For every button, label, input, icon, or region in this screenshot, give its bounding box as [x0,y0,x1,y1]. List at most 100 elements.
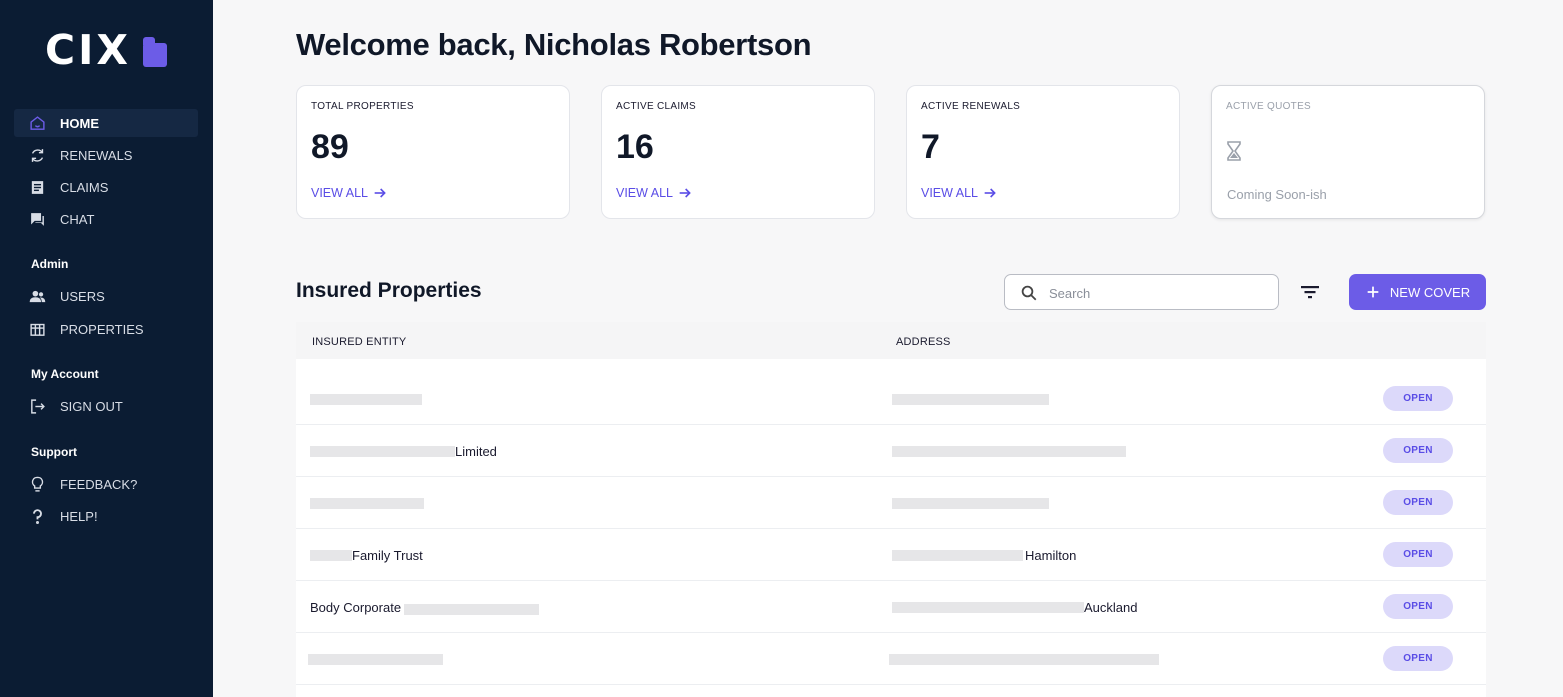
table-row[interactable]: OPEN [296,477,1486,529]
open-button[interactable]: OPEN [1383,386,1453,411]
arrow-right-icon [374,188,386,198]
entity-cell: Family Trust [310,547,423,563]
sidebar: CIX HOME RENEWALS CLAIMS CHAT Admin USER… [0,0,213,697]
view-all-properties-link[interactable]: VIEW ALL [311,185,388,201]
card-active-renewals: ACTIVE RENEWALS 7 VIEW ALL [906,85,1180,219]
main-content: Welcome back, Nicholas Robertson TOTAL P… [213,0,1563,697]
entity-cell [310,391,422,407]
table-row[interactable]: OPEN [296,373,1486,425]
nav-item-feedback[interactable]: FEEDBACK? [14,470,198,498]
search-box [1004,274,1279,310]
address-cell [892,443,1126,459]
nav-label-claims: CLAIMS [60,179,109,195]
card-total-properties: TOTAL PROPERTIES 89 VIEW ALL [296,85,570,219]
redacted-text [892,393,1049,405]
redacted-text [892,497,1049,509]
search-input[interactable] [1049,283,1269,303]
card-label: ACTIVE QUOTES [1226,101,1312,112]
nav-item-renewals[interactable]: RENEWALS [14,141,198,169]
nav-item-claims[interactable]: CLAIMS [14,173,198,201]
plus-icon [1367,286,1379,298]
open-button[interactable]: OPEN [1383,646,1453,671]
search-icon [1021,285,1037,301]
properties-table: INSURED ENTITY ADDRESS OPEN Limited OPEN [296,322,1486,697]
address-cell [892,391,1049,407]
table-row[interactable]: Limited OPEN [296,425,1486,477]
card-label: ACTIVE CLAIMS [616,101,697,112]
nav-item-chat[interactable]: CHAT [14,205,198,233]
logout-icon [28,397,46,415]
redacted-text [892,549,1023,561]
open-button[interactable]: OPEN [1383,594,1453,619]
arrow-right-icon [984,188,996,198]
refresh-icon [28,146,46,164]
view-all-label: VIEW ALL [311,186,368,200]
nav-label-feedback: FEEDBACK? [60,476,138,492]
chat-icon [28,210,46,228]
open-button[interactable]: OPEN [1383,438,1453,463]
hourglass-icon [1227,141,1241,161]
redacted-text [310,393,422,405]
column-insured-entity: INSURED ENTITY [312,336,407,348]
card-label: TOTAL PROPERTIES [311,101,414,112]
redacted-text [308,653,443,665]
section-my-account: My Account [31,367,99,381]
nav-item-properties[interactable]: PROPERTIES [14,315,198,343]
nav-label-home: HOME [60,115,99,131]
view-all-claims-link[interactable]: VIEW ALL [616,185,693,201]
redacted-text [889,653,1159,665]
cix-logo[interactable]: CIX [45,28,170,72]
nav-label-chat: CHAT [60,211,95,227]
address-text: Auckland [1084,599,1138,615]
building-icon [28,320,46,338]
nav-item-help[interactable]: HELP! [14,502,198,530]
table-header: INSURED ENTITY ADDRESS [296,322,1486,359]
nav-label-help: HELP! [60,508,98,524]
entity-name: Limited [455,443,497,459]
home-icon [28,114,46,132]
redacted-text [404,603,540,615]
lightbulb-icon [28,475,46,493]
new-cover-button[interactable]: NEW COVER [1349,274,1486,310]
coming-soon-text: Coming Soon-ish [1227,187,1327,202]
address-text: Hamilton [1025,547,1077,563]
redacted-text [310,445,455,457]
logo-text: CIX [45,26,131,74]
document-icon [28,178,46,196]
logo-folder-icon [143,37,167,67]
address-cell: Auckland [892,599,1137,615]
nav-label-properties: PROPERTIES [60,321,144,337]
table-row[interactable]: OPEN [296,633,1486,685]
section-admin: Admin [31,257,69,271]
section-support: Support [31,445,77,459]
entity-cell: Limited [310,443,497,459]
nav-item-sign-out[interactable]: SIGN OUT [14,392,198,420]
filter-icon [1301,286,1319,299]
column-address: ADDRESS [896,336,951,348]
view-all-label: VIEW ALL [616,186,673,200]
address-cell [892,495,1049,511]
entity-name: Body Corporate [310,599,402,615]
table-row[interactable]: Family Trust Hamilton OPEN [296,529,1486,581]
users-icon [28,287,46,305]
filter-button[interactable] [1297,280,1323,304]
card-label: ACTIVE RENEWALS [921,101,1021,112]
nav-label-sign-out: SIGN OUT [60,398,123,414]
view-all-renewals-link[interactable]: VIEW ALL [921,185,998,201]
redacted-text [310,497,424,509]
open-button[interactable]: OPEN [1383,490,1453,515]
entity-cell: Body Corporate [310,599,540,615]
card-active-claims: ACTIVE CLAIMS 16 VIEW ALL [601,85,875,219]
card-value: 16 [616,128,654,166]
nav-label-users: USERS [60,288,105,304]
redacted-text [892,445,1126,457]
redacted-text [892,601,1084,613]
open-button[interactable]: OPEN [1383,542,1453,567]
nav-item-home[interactable]: HOME [14,109,198,137]
redacted-text [310,549,352,561]
new-cover-label: NEW COVER [1389,284,1471,300]
view-all-label: VIEW ALL [921,186,978,200]
card-active-quotes: ACTIVE QUOTES Coming Soon-ish [1211,85,1485,219]
nav-item-users[interactable]: USERS [14,282,198,310]
table-row[interactable]: Body Corporate Auckland OPEN [296,581,1486,633]
